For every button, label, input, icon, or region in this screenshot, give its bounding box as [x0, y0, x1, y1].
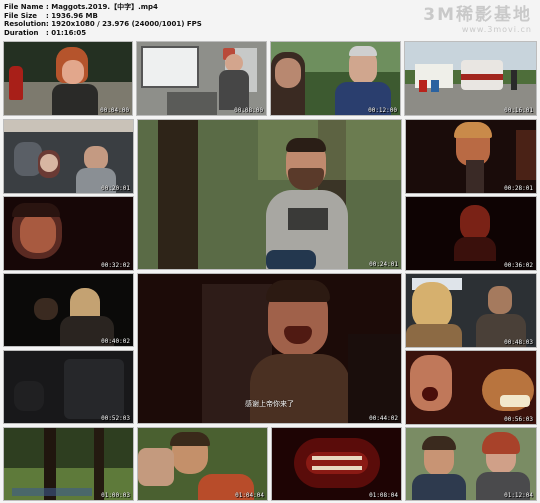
meta-row-file-name: File Name : Maggots.2019.【中字】.mp4 — [4, 3, 202, 12]
thumbnail-00-48-03[interactable]: 00:48:03 — [405, 273, 537, 348]
timestamp: 00:44:02 — [369, 415, 398, 422]
info-header: File Name : Maggots.2019.【中字】.mp4 File S… — [0, 0, 540, 40]
timestamp: 00:40:02 — [101, 338, 130, 345]
thumbnail-00-24-01[interactable]: 00:24:01 — [137, 119, 402, 270]
timestamp: 01:00:03 — [101, 492, 130, 499]
thumbnail-00-40-02[interactable]: 00:40:02 — [3, 273, 134, 347]
thumbnail-01-00-03[interactable]: 01:00:03 — [3, 427, 134, 501]
timestamp: 00:32:02 — [101, 262, 130, 269]
meta-value: : Maggots.2019.【中字】.mp4 — [46, 3, 158, 11]
thumbnail-01-12-04[interactable]: 01:12:04 — [405, 427, 537, 501]
meta-value: : 01:16:05 — [46, 28, 87, 37]
meta-key: Resolution — [4, 20, 47, 28]
thumbnail-00-52-03[interactable]: 00:52:03 — [3, 350, 134, 424]
thumbnail-00-20-01[interactable]: 00:20:01 — [3, 119, 134, 194]
timestamp: 00:56:03 — [504, 416, 533, 423]
timestamp: 00:52:03 — [101, 415, 130, 422]
timestamp: 01:04:04 — [235, 492, 264, 499]
watermark-title: 3M稀影基地 — [423, 5, 532, 25]
thumbnail-00-32-02[interactable]: 00:32:02 — [3, 196, 134, 271]
timestamp: 00:28:01 — [504, 185, 533, 192]
meta-key: File Name — [4, 3, 44, 11]
site-watermark: 3M稀影基地 www.3movi.cn — [423, 5, 532, 35]
thumbnail-00-44-02[interactable]: 感谢上帝你来了 00:44:02 — [137, 273, 402, 424]
thumbnail-00-12-00[interactable]: 00:12:00 — [270, 41, 401, 116]
thumbnail-01-08-04[interactable]: 01:08:04 — [271, 427, 402, 501]
thumbnail-00-56-03[interactable]: 00:56:03 — [405, 350, 537, 425]
meta-value: : 1920x1080 / 23.976 (24000/1001) FPS — [46, 20, 202, 28]
timestamp: 01:08:04 — [369, 492, 398, 499]
subtitle — [137, 101, 266, 106]
subtitle: 感谢上帝你来了 — [245, 400, 294, 408]
meta-row-file-size: File Size : 1936.96 MB — [4, 12, 202, 21]
timestamp: 00:16:01 — [504, 107, 533, 114]
timestamp: 00:20:01 — [101, 185, 130, 192]
thumbnail-00-08-00[interactable]: 00:08:00 — [136, 41, 267, 116]
meta-key: Duration — [4, 28, 39, 37]
meta-row-duration: Duration : 01:16:05 — [4, 29, 202, 38]
file-metadata: File Name : Maggots.2019.【中字】.mp4 File S… — [4, 3, 202, 37]
timestamp: 00:48:03 — [504, 339, 533, 346]
meta-key: File Size — [4, 11, 38, 20]
meta-row-resolution: Resolution : 1920x1080 / 23.976 (24000/1… — [4, 20, 202, 29]
timestamp: 00:24:01 — [369, 261, 398, 268]
meta-value: : 1936.96 MB — [46, 11, 98, 20]
timestamp: 01:12:04 — [504, 492, 533, 499]
timestamp: 00:12:00 — [368, 107, 397, 114]
thumbnail-00-36-02[interactable]: 00:36:02 — [405, 196, 537, 271]
watermark-url: www.3movi.cn — [461, 25, 532, 34]
timestamp: 00:36:02 — [504, 262, 533, 269]
thumbnail-01-04-04[interactable]: 01:04:04 — [137, 427, 268, 501]
timestamp: 00:08:00 — [234, 107, 263, 114]
thumbnail-00-16-01[interactable]: 00:16:01 — [404, 41, 537, 116]
thumbnail-00-28-01[interactable]: 00:28:01 — [405, 119, 537, 194]
timestamp: 00:04:00 — [100, 107, 129, 114]
thumbnail-00-04-00[interactable]: 00:04:00 — [3, 41, 133, 116]
